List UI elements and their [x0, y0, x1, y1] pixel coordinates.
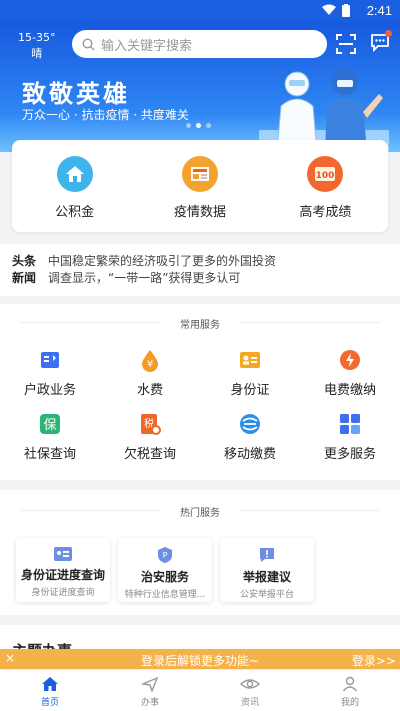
pager-dot	[206, 123, 211, 128]
service-label: 移动缴费	[223, 447, 276, 462]
hot-service-title: 治安服务	[140, 570, 189, 584]
service-label: 更多服务	[323, 447, 376, 462]
service-label: 身份证	[230, 383, 270, 398]
news-item[interactable]: 中国稳定繁荣的经济吸引了更多的外国投资	[48, 253, 276, 270]
svg-text:¥: ¥	[147, 359, 153, 370]
common-services-grid: 户政业务 ¥ 水费 身份证 电费缴纳 保 社保查询 税 欠税查询 移动缴费 更多…	[0, 348, 400, 476]
banner-pager	[186, 123, 211, 128]
tab-affairs[interactable]: 办事	[100, 670, 200, 711]
svg-text:100: 100	[316, 171, 335, 181]
china-mobile-icon	[240, 414, 260, 434]
id-progress-icon	[54, 547, 72, 561]
social-security-icon: 保	[40, 414, 60, 434]
header-banner: 15-35° 晴 输入关键字搜索 致敬英雄 万众一心 · 抗击疫情 · 共度难关	[0, 22, 400, 152]
status-bar: 2:41	[0, 0, 400, 22]
pager-dot	[186, 123, 191, 128]
more-services-icon	[340, 414, 360, 434]
section-title-hot: 热门服务	[0, 504, 400, 519]
service-water-fee[interactable]: ¥ 水费	[100, 348, 200, 412]
tab-label: 办事	[140, 698, 159, 708]
household-icon	[41, 352, 59, 368]
bottom-tab-bar: 首页 办事 资讯 我的	[0, 669, 400, 711]
tab-label: 我的	[340, 698, 359, 708]
service-tax-query[interactable]: 税 欠税查询	[100, 412, 200, 476]
hot-service-id-progress[interactable]: 身份证进度查询 身份证进度查询	[16, 538, 110, 602]
news-item[interactable]: 调查显示，“一带一路”获得更多认可	[48, 270, 276, 287]
tab-news[interactable]: 资讯	[200, 670, 300, 711]
headline-news[interactable]: 头条 新闻 中国稳定繁荣的经济吸引了更多的外国投资 调查显示，“一带一路”获得更…	[0, 244, 400, 296]
tax-query-icon: 税	[141, 414, 161, 435]
search-bar[interactable]: 输入关键字搜索	[72, 30, 327, 58]
service-more[interactable]: 更多服务	[300, 412, 400, 476]
login-prompt-message: 登录后解锁更多功能~	[140, 654, 260, 668]
status-icons	[322, 4, 350, 17]
service-label: 电费缴纳	[323, 383, 376, 398]
service-label: 户政业务	[23, 383, 76, 398]
search-icon	[82, 37, 95, 50]
pager-dot-active	[196, 123, 201, 128]
home-icon	[42, 677, 58, 691]
battery-icon	[342, 4, 350, 17]
service-social-security[interactable]: 保 社保查询	[0, 412, 100, 476]
water-fee-icon: ¥	[142, 350, 158, 372]
tab-home[interactable]: 首页	[0, 670, 100, 711]
service-electricity[interactable]: 电费缴纳	[300, 348, 400, 412]
service-mobile-payment[interactable]: 移动缴费	[200, 412, 300, 476]
report-icon	[260, 548, 274, 562]
weather-temp: 15-35°	[18, 31, 56, 44]
clock: 2:41	[366, 3, 392, 18]
scan-icon[interactable]	[336, 34, 356, 54]
police-badge-icon: P	[158, 547, 172, 563]
hot-service-title: 举报建议	[242, 570, 291, 584]
send-icon	[141, 676, 159, 692]
score-100-icon: 100	[307, 156, 344, 192]
search-placeholder: 输入关键字搜索	[101, 38, 193, 54]
hot-service-report[interactable]: 举报建议 公安举报平台	[220, 538, 314, 602]
message-badge	[385, 30, 392, 37]
banner-title: 致敬英雄	[22, 80, 130, 108]
section-title-common: 常用服务	[0, 316, 400, 331]
news-tag-line2: 新闻	[12, 271, 37, 285]
news-tag-line1: 头条	[12, 254, 37, 268]
quick-entry-card: 公积金 疫情数据 100 高考成绩	[12, 140, 388, 232]
electricity-icon	[340, 350, 360, 370]
weather-desc: 晴	[31, 47, 43, 60]
newspaper-icon	[181, 156, 218, 192]
quick-entry-label: 公积金	[55, 205, 95, 220]
service-id-card[interactable]: 身份证	[200, 348, 300, 412]
quick-entry-label: 疫情数据	[173, 205, 226, 220]
common-services-section: 常用服务 户政业务 ¥ 水费 身份证 电费缴纳 保 社保查询 税 欠税查询 移动…	[0, 304, 400, 480]
service-label: 社保查询	[23, 447, 76, 462]
login-prompt-bar: × 登录后解锁更多功能~ 登录>>	[0, 649, 400, 669]
hot-service-subtitle: 特种行业信息管理...	[124, 590, 206, 600]
house-icon	[56, 156, 93, 192]
weather-widget[interactable]: 15-35° 晴	[18, 30, 55, 62]
news-list: 中国稳定繁荣的经济吸引了更多的外国投资 调查显示，“一带一路”获得更多认可	[48, 253, 276, 287]
eye-icon	[240, 679, 260, 689]
banner-subtitle: 万众一心 · 抗击疫情 · 共度难关	[22, 108, 189, 122]
hot-service-public-security[interactable]: P 治安服务 特种行业信息管理...	[118, 538, 212, 602]
wifi-icon	[322, 4, 336, 15]
service-label: 水费	[136, 383, 163, 398]
quick-entry-housing-fund[interactable]: 公积金	[12, 140, 137, 232]
quick-entry-label: 高考成绩	[299, 205, 352, 220]
news-tag: 头条 新闻	[12, 253, 36, 287]
quick-entry-exam-score[interactable]: 100 高考成绩	[263, 140, 388, 232]
svg-text:P: P	[163, 551, 168, 560]
login-link[interactable]: 登录>>	[352, 652, 396, 669]
service-household[interactable]: 户政业务	[0, 348, 100, 412]
hot-service-subtitle: 公安举报平台	[239, 590, 294, 600]
hot-service-title: 身份证进度查询	[20, 568, 105, 582]
svg-text:保: 保	[43, 418, 56, 433]
user-icon	[342, 676, 358, 692]
hot-services-list: 身份证进度查询 身份证进度查询 P 治安服务 特种行业信息管理... 举报建议 …	[16, 538, 314, 602]
tab-label: 资讯	[240, 698, 259, 708]
service-label: 欠税查询	[123, 447, 176, 462]
tab-mine[interactable]: 我的	[300, 670, 400, 711]
medical-workers-illustration	[259, 69, 389, 152]
hot-service-subtitle: 身份证进度查询	[31, 588, 95, 598]
quick-entry-epidemic-data[interactable]: 疫情数据	[137, 140, 262, 232]
id-card-icon	[240, 352, 260, 368]
tab-label: 首页	[40, 698, 59, 708]
